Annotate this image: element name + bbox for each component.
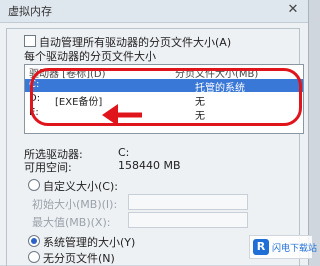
no-paging-radio[interactable]: 无分页文件(N) xyxy=(28,250,115,266)
radio-circle[interactable] xyxy=(28,235,40,247)
no-paging-label: 无分页文件(N) xyxy=(43,252,115,265)
section-label: 每个驱动器的分页文件大小 xyxy=(24,50,156,63)
virtual-memory-dialog: 虚拟内存 ✕ 自动管理所有驱动器的分页文件大小(A) 每个驱动器的分页文件大小 … xyxy=(0,0,309,266)
site-logo-icon: R xyxy=(253,239,269,255)
max-size-label: 最大值(MB)(X): xyxy=(32,216,111,229)
red-arrow-icon xyxy=(102,104,142,126)
free-space-value: 158440 MB xyxy=(118,159,181,172)
window-title: 虚拟内存 xyxy=(8,5,52,18)
custom-size-radio[interactable]: 自定义大小(C): xyxy=(28,178,118,194)
system-managed-radio[interactable]: 系统管理的大小(Y) xyxy=(28,234,135,250)
selected-drive-value: C: xyxy=(118,146,130,159)
system-managed-label: 系统管理的大小(Y) xyxy=(43,236,136,249)
red-highlight-annotation xyxy=(30,68,302,126)
free-space-label: 可用空间: xyxy=(24,161,72,174)
initial-size-label: 初始大小(MB)(I): xyxy=(32,198,118,211)
title-bar: 虚拟内存 ✕ xyxy=(0,0,308,23)
radio-circle[interactable] xyxy=(28,179,40,191)
site-watermark: R 闪电下载站 xyxy=(249,235,317,259)
watermark-text: 闪电下载站 xyxy=(272,244,318,254)
max-size-input[interactable] xyxy=(128,212,248,228)
initial-size-input[interactable] xyxy=(128,194,248,210)
checkbox-box[interactable] xyxy=(24,35,36,47)
close-button[interactable]: ✕ xyxy=(284,2,302,18)
radio-circle[interactable] xyxy=(28,251,40,263)
custom-size-label: 自定义大小(C): xyxy=(43,180,118,193)
